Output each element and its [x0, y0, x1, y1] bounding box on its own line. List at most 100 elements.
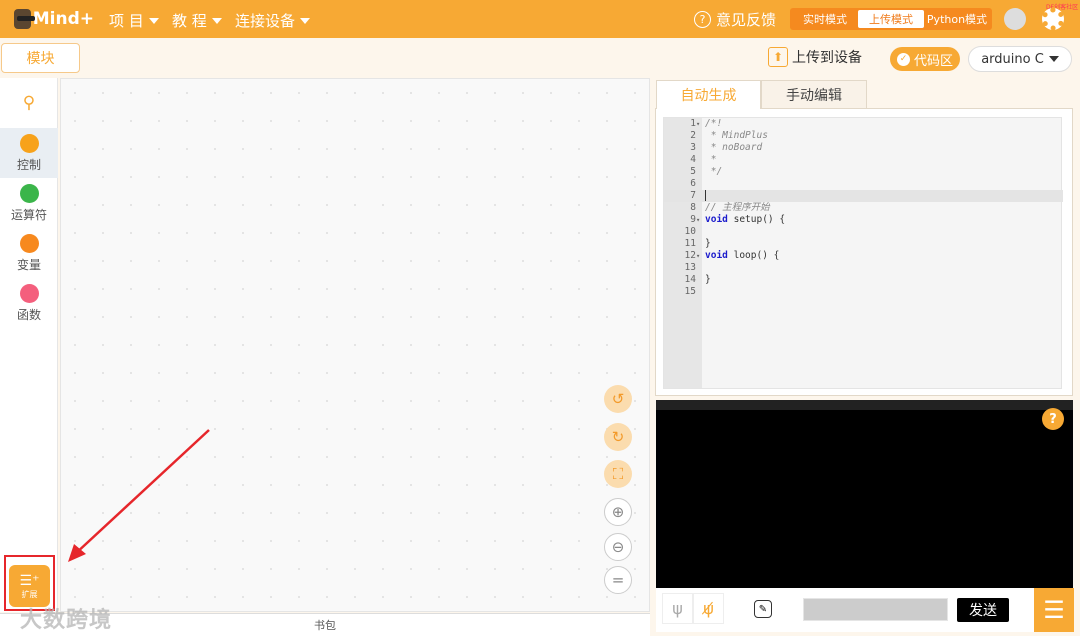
help-icon[interactable]: ?: [1042, 408, 1064, 430]
fold-toggle-icon[interactable]: ▾: [696, 214, 700, 226]
code-content: */: [705, 166, 723, 177]
code-line: 8 // 主程序开始: [664, 202, 1063, 214]
send-button[interactable]: 发送: [957, 598, 1009, 622]
logo-text: Mind+: [32, 9, 94, 29]
line-number: 5: [690, 166, 696, 177]
category-label: 运算符: [10, 207, 47, 222]
code-line: 14}: [664, 274, 1063, 286]
tab-auto-generate[interactable]: 自动生成: [656, 80, 761, 109]
code-line: 6: [664, 178, 1063, 190]
upload-arrow-icon: ⬆: [768, 47, 788, 67]
mindplus-logo: Mind+: [14, 6, 94, 32]
code-text: void setup() {: [705, 214, 785, 226]
menu-project[interactable]: 项 目: [109, 10, 159, 31]
upload-to-device-button[interactable]: ⬆ 上传到设备: [768, 47, 862, 67]
user-avatar[interactable]: [1004, 8, 1026, 30]
code-content: * MindPlus: [705, 130, 768, 141]
mode-upload[interactable]: 上传模式: [858, 10, 924, 28]
tab-manual-edit[interactable]: 手动编辑: [761, 80, 867, 109]
line-number: 2: [690, 130, 696, 141]
robot-icon: [14, 9, 35, 29]
code-content: }: [705, 238, 711, 249]
search-blocks-button[interactable]: ⚲: [0, 78, 58, 128]
redo-icon[interactable]: ↻: [604, 423, 632, 451]
usb-disconnect-icon[interactable]: ψ̸: [693, 593, 724, 624]
feedback-button[interactable]: ? 意见反馈: [694, 9, 776, 30]
zoom-in-icon[interactable]: ⊕: [604, 498, 632, 526]
code-line: 11}: [664, 238, 1063, 250]
undo-icon[interactable]: ↺: [604, 385, 632, 413]
code-line: 7: [664, 190, 1063, 202]
question-icon: ?: [694, 11, 711, 28]
keyword: void: [705, 250, 728, 261]
category-label: 变量: [16, 257, 41, 272]
reset-zoom-icon[interactable]: =: [604, 566, 632, 594]
tab-blocks[interactable]: 模块: [1, 43, 80, 73]
fold-toggle-icon[interactable]: ▾: [696, 118, 700, 130]
code-text: }: [705, 238, 711, 250]
code-content: *: [705, 154, 717, 165]
settings-gear-icon[interactable]: [1042, 8, 1064, 30]
code-editor[interactable]: 1 ▾/*! 2 * MindPlus 3 * noBoard 4 * 5 */6 7 8//…: [663, 117, 1063, 389]
code-text: */: [705, 166, 722, 178]
code-text: *: [705, 154, 717, 166]
line-number: 1: [690, 118, 696, 129]
usb-connect-icon[interactable]: ψ: [662, 593, 693, 624]
code-content: // 主程序开始: [705, 202, 770, 213]
clear-brush-icon[interactable]: ✎: [754, 600, 772, 618]
check-icon: ✓: [896, 52, 910, 66]
code-line: 4 *: [664, 154, 1063, 166]
code-area-toggle[interactable]: ✓ 代码区: [890, 47, 960, 71]
code-line: 12 ▾ void loop() {: [664, 250, 1063, 262]
extension-label: 扩展: [21, 589, 38, 599]
code-line: 10: [664, 226, 1063, 238]
menu-tutorial[interactable]: 教 程: [172, 10, 222, 31]
mode-realtime[interactable]: 实时模式: [792, 10, 858, 28]
line-number: 8: [690, 202, 696, 213]
menu-label: 连接设备: [235, 12, 296, 30]
line-number: 11: [684, 238, 696, 249]
code-content: }: [705, 274, 711, 285]
code-content: * noBoard: [705, 142, 763, 153]
line-number: 4: [690, 154, 696, 165]
code-line: 3 * noBoard: [664, 142, 1063, 154]
upload-label: 上传到设备: [792, 50, 862, 66]
serial-input[interactable]: [803, 598, 948, 621]
backpack-label: 书包: [314, 619, 336, 632]
zoom-out-icon[interactable]: ⊖: [604, 533, 632, 561]
code-text: /*!: [705, 118, 722, 130]
category-operators[interactable]: 运算符: [0, 178, 58, 228]
functions-dot-icon: [19, 283, 39, 303]
watermark: 大数跨境: [20, 608, 113, 633]
code-text: // 主程序开始: [705, 202, 770, 214]
fold-toggle-icon[interactable]: ▾: [696, 250, 700, 262]
line-number: 13: [684, 262, 696, 273]
mode-python[interactable]: Python模式: [924, 10, 990, 28]
line-number: 10: [684, 226, 696, 237]
code-text: * MindPlus: [705, 130, 768, 142]
crop-icon[interactable]: ⛶: [604, 460, 632, 488]
text-cursor: [705, 190, 706, 201]
caret-down-icon: [300, 17, 311, 24]
top-bar: Mind+ 项 目 教 程 连接设备 ? 意见反馈 实时模式 上传模式 Pytho…: [0, 0, 1080, 38]
language-select[interactable]: arduino C: [968, 46, 1072, 72]
line-number: 15: [684, 286, 696, 297]
serial-console[interactable]: [656, 400, 1073, 588]
category-variables[interactable]: 变量: [0, 228, 58, 278]
category-control[interactable]: 控制: [0, 128, 58, 178]
line-number: 3: [690, 142, 696, 153]
line-number: 14: [684, 274, 696, 285]
code-line: 15: [664, 286, 1063, 298]
keyword: void: [705, 214, 728, 225]
code-text: }: [705, 274, 711, 286]
category-functions[interactable]: 函数: [0, 278, 58, 328]
extension-button[interactable]: ☰⁺ 扩展: [9, 565, 50, 607]
code-line: 2 * MindPlus: [664, 130, 1063, 142]
code-content: loop() {: [727, 250, 780, 261]
list-menu-icon[interactable]: ☰: [1034, 588, 1074, 632]
operators-dot-icon: [19, 183, 39, 203]
menu-connect-device[interactable]: 连接设备: [235, 10, 311, 31]
code-content: /*!: [705, 118, 723, 129]
control-dot-icon: [19, 133, 39, 153]
code-line: 13: [664, 262, 1063, 274]
